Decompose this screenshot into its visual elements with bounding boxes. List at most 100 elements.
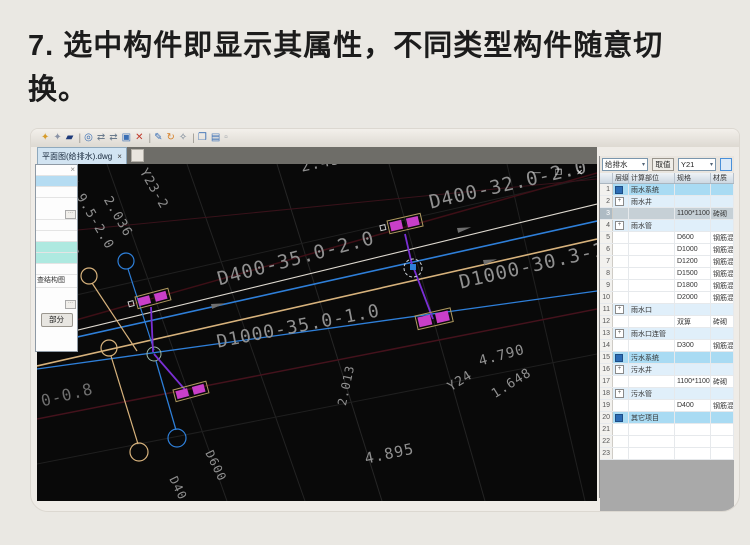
swap-horizontal-icon[interactable]: ⇄ — [97, 133, 105, 143]
grid-row[interactable]: 1雨水系统 — [600, 184, 734, 196]
close-icon[interactable]: ✕ — [576, 168, 589, 177]
maximize-icon[interactable]: ❐ — [555, 168, 568, 177]
part-cell: 雨水井 — [629, 196, 675, 207]
left-panel-row-highlight[interactable] — [36, 175, 77, 186]
main-toolbar: ✦✦▰|◎⇄⇄▣✕|✎↻✧|❐▤▫ — [31, 129, 740, 147]
left-panel-row[interactable] — [36, 230, 77, 241]
grid-row[interactable]: 9D1800钢筋混凝土管 — [600, 280, 734, 292]
spec-cell — [675, 364, 711, 375]
grid-row[interactable]: 20其它项目 — [600, 412, 734, 424]
print-icon[interactable]: ▤ — [211, 133, 220, 143]
left-panel-close-icon[interactable]: × — [36, 165, 77, 175]
clipped-button[interactable] — [720, 158, 732, 171]
left-panel-row-selected[interactable] — [36, 252, 77, 263]
grid-row[interactable]: 16+污水井 — [600, 364, 734, 376]
row-number-cell: 3 — [600, 208, 613, 219]
minimize-icon[interactable]: — — [533, 168, 547, 177]
left-panel-row[interactable] — [36, 219, 77, 230]
grid-row[interactable]: 14D300钢筋混凝土管 — [600, 340, 734, 352]
grid-row[interactable]: 10D2000钢筋混凝土管 — [600, 292, 734, 304]
left-panel-row[interactable] — [36, 197, 77, 208]
column-spec: 规格 — [675, 173, 711, 183]
row-number-cell: 13 — [600, 328, 613, 339]
grid-row[interactable]: 13+雨水口连管 — [600, 328, 734, 340]
zoom-icon[interactable]: ◎ — [84, 133, 93, 143]
part-cell — [629, 448, 675, 459]
material-cell — [711, 388, 734, 399]
material-cell — [711, 328, 734, 339]
left-panel-more-button[interactable]: ⋯ — [65, 300, 76, 309]
page: { "page_title": { "line1": "7. 选中构件即显示其属… — [0, 0, 750, 545]
material-cell — [711, 352, 734, 363]
grid-row[interactable]: 4+雨水管 — [600, 220, 734, 232]
expand-icon[interactable]: + — [615, 329, 624, 338]
new-tab-button[interactable] — [131, 149, 144, 162]
level-cell — [613, 292, 629, 303]
expand-icon[interactable]: + — [615, 305, 624, 314]
code-select[interactable]: Y21 ▾ — [678, 158, 716, 171]
expand-icon[interactable]: + — [615, 365, 624, 374]
grid-row[interactable]: 19D400钢筋混凝土管 — [600, 400, 734, 412]
left-panel-dropdown-button[interactable]: ⋯ — [65, 210, 76, 219]
page-title-line2: 换。 — [28, 68, 728, 112]
tab-close-icon[interactable]: × — [117, 152, 122, 161]
left-panel-row[interactable] — [36, 186, 77, 197]
blank-icon[interactable]: ▫ — [224, 133, 228, 143]
left-panel-row[interactable] — [36, 263, 77, 274]
rotate-icon[interactable]: ↻ — [166, 133, 174, 143]
layers-icon[interactable]: ▰ — [66, 133, 74, 143]
grid-row[interactable]: 12双箅砖砌 — [600, 316, 734, 328]
swap-horizontal-icon[interactable]: ⇄ — [109, 133, 117, 143]
row-number-cell: 23 — [600, 448, 613, 459]
grid-row[interactable]: 2+雨水井 — [600, 196, 734, 208]
settings-icon[interactable]: ✧ — [179, 133, 187, 143]
spec-cell: 1100*1100 — [675, 208, 711, 219]
row-number-cell: 5 — [600, 232, 613, 243]
level-cell — [613, 256, 629, 267]
material-cell: 砖砌 — [711, 208, 734, 219]
material-cell — [711, 436, 734, 447]
document-tabbar: 平面图(给排水).dwg × — [37, 147, 597, 164]
window-icon[interactable]: ▣ — [122, 133, 131, 143]
discipline-select[interactable]: 给排水 ▾ — [602, 158, 648, 171]
level-cell — [613, 232, 629, 243]
drawing-canvas[interactable]: D400-35.0-2.0D400-32.0-2.0D1000-30.3-1.D… — [37, 164, 597, 501]
expand-icon[interactable]: + — [615, 221, 624, 230]
grid-row[interactable]: 6D1000钢筋混凝土管 — [600, 244, 734, 256]
partial-button[interactable]: 部分 — [41, 313, 73, 327]
tab-plan-drawing[interactable]: 平面图(给排水).dwg × — [37, 147, 127, 164]
part-cell: 其它项目 — [629, 412, 675, 423]
grid-row[interactable]: 15污水系统 — [600, 352, 734, 364]
user-icon[interactable]: ✦ — [53, 133, 61, 143]
part-cell: 污水系统 — [629, 352, 675, 363]
grid-row[interactable]: 171100*1100砖砌 — [600, 376, 734, 388]
separator: | — [78, 133, 81, 144]
fetch-value-button[interactable]: 取值 — [652, 158, 674, 171]
delete-icon[interactable]: ✕ — [135, 133, 143, 143]
part-cell: 雨水管 — [629, 220, 675, 231]
left-panel-row[interactable] — [36, 287, 77, 298]
expand-icon[interactable]: + — [615, 197, 624, 206]
spec-cell — [675, 448, 711, 459]
structure-view-link[interactable]: 查结构图 — [36, 274, 77, 287]
code-select-value: Y21 — [681, 160, 694, 169]
column-row-number — [600, 173, 613, 183]
material-cell: 钢筋混凝土管 — [711, 232, 734, 243]
grid-row[interactable]: 21 — [600, 424, 734, 436]
grid-row[interactable]: 7D1200钢筋混凝土管 — [600, 256, 734, 268]
favorite-icon[interactable]: ✦ — [41, 133, 49, 143]
expand-icon[interactable]: + — [615, 389, 624, 398]
grid-row[interactable]: 8D1500钢筋混凝土管 — [600, 268, 734, 280]
grid-row[interactable]: 18+污水管 — [600, 388, 734, 400]
grid-row[interactable]: 5D600钢筋混凝土管 — [600, 232, 734, 244]
grid-row[interactable]: 11+ 雨水口 — [600, 304, 734, 316]
grid-row[interactable]: 22 — [600, 436, 734, 448]
grid-row[interactable]: 3 1100*1100砖砌 — [600, 208, 734, 220]
row-number-cell: 11 — [600, 304, 613, 315]
cascade-windows-icon[interactable]: ❐ — [198, 133, 207, 143]
grid-row[interactable]: 23 — [600, 448, 734, 460]
level-cell: + — [613, 304, 629, 315]
edit-icon[interactable]: ✎ — [154, 133, 162, 143]
left-panel-row-selected[interactable] — [36, 241, 77, 252]
part-cell: 雨水口 — [629, 304, 675, 315]
